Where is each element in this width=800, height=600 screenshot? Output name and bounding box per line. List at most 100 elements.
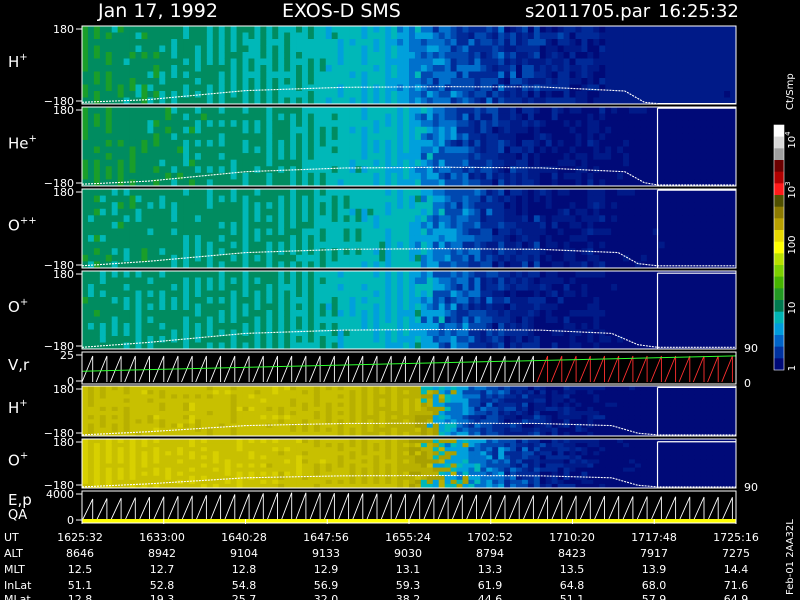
heatmap-cell <box>563 235 570 243</box>
heatmap-cell <box>640 126 648 134</box>
heatmap-cell <box>82 261 89 269</box>
heatmap-cell <box>533 120 541 128</box>
heatmap-cell <box>212 261 220 269</box>
heatmap-cell <box>230 84 237 92</box>
heatmap-cell <box>349 303 356 311</box>
heatmap-cell <box>117 153 125 161</box>
heatmap-cell <box>177 342 184 350</box>
heatmap-cell <box>117 329 125 337</box>
heatmap-cell <box>343 71 350 79</box>
heatmap-cell <box>480 228 487 236</box>
heatmap-cell <box>236 65 243 72</box>
heatmap-cell <box>593 261 600 269</box>
heatmap-cell <box>355 139 362 147</box>
heatmap-cell <box>266 139 273 147</box>
heatmap-cell <box>391 133 398 141</box>
heatmap-cell <box>153 303 160 311</box>
heatmap-cell <box>587 172 594 180</box>
heatmap-cell <box>438 159 446 167</box>
heatmap-cell <box>414 323 422 330</box>
heatmap-cell <box>236 310 243 317</box>
heatmap-cell <box>290 189 297 196</box>
heatmap-cell <box>147 84 154 92</box>
heatmap-cell <box>367 228 374 236</box>
heatmap-cell <box>379 39 386 46</box>
heatmap-cell <box>290 84 297 92</box>
heatmap-cell <box>664 120 671 128</box>
heatmap-cell <box>367 139 374 147</box>
heatmap-cell <box>272 159 279 167</box>
heatmap-cell <box>403 316 410 324</box>
heatmap-cell <box>153 202 160 210</box>
heatmap-cell <box>700 71 707 79</box>
heatmap-cell <box>688 202 695 210</box>
heatmap-cell <box>254 202 261 210</box>
heatmap-cell <box>296 146 303 154</box>
heatmap-cell <box>664 32 671 40</box>
heatmap-cell <box>272 172 279 180</box>
heatmap-cell <box>129 316 136 324</box>
heatmap-cell <box>516 329 523 337</box>
heatmap-cell <box>373 261 380 269</box>
heatmap-cell <box>474 189 481 196</box>
heatmap-cell <box>153 71 160 79</box>
heatmap-cell <box>391 329 398 337</box>
heatmap-cell <box>165 26 172 33</box>
heatmap-cell <box>319 166 327 174</box>
heatmap-cell <box>367 52 374 59</box>
heatmap-cell <box>557 248 564 256</box>
heatmap-cell <box>93 32 101 40</box>
heatmap-cell <box>278 202 285 210</box>
heatmap-cell <box>313 310 321 317</box>
heatmap-cell <box>93 113 101 121</box>
heatmap-cell <box>141 228 148 236</box>
heatmap-cell <box>486 284 493 291</box>
heatmap-cell <box>147 290 154 298</box>
heatmap-cell <box>105 254 113 262</box>
heatmap-cell <box>296 261 303 269</box>
heatmap-cell <box>147 329 154 337</box>
heatmap-cell <box>99 45 107 53</box>
heatmap-cell <box>462 261 469 269</box>
heatmap-cell <box>432 235 440 243</box>
heatmap-cell <box>438 45 446 53</box>
heatmap-cell <box>456 32 463 40</box>
heatmap-cell <box>278 97 285 105</box>
heatmap-cell <box>456 228 463 236</box>
heatmap-cell <box>444 146 452 154</box>
heatmap-cell <box>688 133 695 141</box>
heatmap-cell <box>343 215 350 223</box>
heatmap-cell <box>337 126 344 134</box>
heatmap-cell <box>301 52 309 59</box>
heatmap-cell <box>700 26 707 33</box>
heatmap-cell <box>171 271 178 278</box>
heatmap-cell <box>414 146 422 154</box>
heatmap-cell <box>272 241 279 249</box>
heatmap-cell <box>87 120 95 128</box>
heatmap-cell <box>730 91 737 98</box>
heatmap-cell <box>504 139 511 147</box>
heatmap-cell <box>498 221 505 229</box>
heatmap-cell <box>611 146 618 154</box>
heatmap-cell <box>646 39 654 46</box>
heatmap-cell <box>658 235 666 243</box>
heatmap-cell <box>557 202 564 210</box>
heatmap-cell <box>468 202 475 210</box>
heatmap-cell <box>426 126 434 134</box>
heatmap-cell <box>147 323 154 330</box>
heatmap-cell <box>605 58 612 66</box>
heatmap-cell <box>325 146 333 154</box>
heatmap-cell <box>165 159 172 167</box>
heatmap-cell <box>236 195 243 203</box>
heatmap-cell <box>87 65 95 72</box>
heatmap-cell <box>557 126 564 134</box>
heatmap-cell <box>724 195 731 203</box>
heatmap-cell <box>557 32 564 40</box>
heatmap-cell <box>605 189 612 196</box>
heatmap-cell <box>284 146 291 154</box>
heatmap-cell <box>242 228 249 236</box>
heatmap-cell <box>129 91 136 98</box>
heatmap-cell <box>165 248 172 256</box>
heatmap-cell <box>712 166 719 174</box>
heatmap-cell <box>724 221 731 229</box>
